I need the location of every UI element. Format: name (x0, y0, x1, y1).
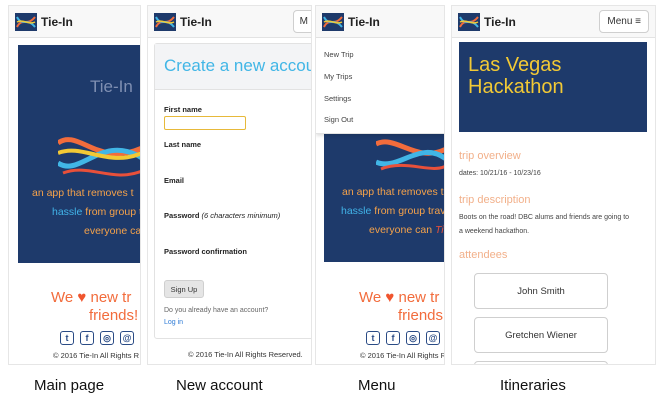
screenshot-collage: Tie-In Tie-In an app that removes t hass… (0, 0, 661, 400)
love-line-1: We ♥ new tr (51, 289, 132, 306)
trip-description-heading: trip description (459, 194, 531, 206)
new-account-screen: Tie-In M Create a new accoun First name … (147, 5, 312, 365)
itineraries-screen: Tie-In Menu ≡ Las Vegas Hackathon trip o… (451, 5, 656, 365)
trip-title: Las Vegas Hackathon (468, 54, 564, 98)
facebook-icon[interactable]: f (80, 331, 94, 345)
braid-illustration-icon (58, 137, 140, 177)
tagline-line-2: hassle from group trav (341, 205, 445, 217)
navbar: Tie-In Menu ≡ (452, 6, 655, 38)
facebook-icon[interactable]: f (386, 331, 400, 345)
menu-button[interactable]: Menu ≡ (599, 10, 649, 33)
hero-title: Tie-In (90, 77, 133, 96)
password-confirm-label: Password confirmation (164, 247, 247, 256)
email-icon[interactable]: @ (426, 331, 440, 345)
heart-icon: ♥ (385, 289, 395, 306)
tagline-line-1: an app that removes t (32, 187, 134, 199)
love-line-2: friends! (89, 307, 139, 324)
trip-description-line-1: Boots on the road! DBC alums and friends… (459, 214, 630, 221)
menu-item-new-trip[interactable]: New Trip (324, 50, 354, 59)
brand[interactable]: Tie-In (15, 12, 73, 31)
twitter-icon[interactable]: t (366, 331, 380, 345)
menu-item-settings[interactable]: Settings (324, 94, 351, 103)
brand-name: Tie-In (348, 14, 380, 29)
attendee-button[interactable]: John Smith (474, 273, 608, 309)
hero-banner: an app that removes th hassle from group… (324, 134, 445, 262)
email-label: Email (164, 176, 185, 185)
first-name-label: First name (164, 105, 202, 114)
signup-form: Create a new accoun First name Last name… (154, 43, 311, 339)
menu-screen: Tie-In an app that removes th hassle fro… (315, 5, 445, 365)
tie-in-logo-icon (15, 12, 37, 31)
sign-up-button[interactable]: Sign Up (164, 280, 204, 298)
email-icon[interactable]: @ (120, 331, 134, 345)
tie-in-logo-icon (458, 12, 480, 31)
main-page-screen: Tie-In Tie-In an app that removes t hass… (8, 5, 141, 365)
copyright: © 2016 Tie-In All Rights Re (360, 351, 445, 360)
attendee-button[interactable]: Gretchen Wiener (474, 317, 608, 353)
heart-icon: ♥ (77, 289, 87, 306)
menu-item-sign-out[interactable]: Sign Out (324, 115, 353, 124)
tagline-line-2: hassle from group trav (52, 206, 140, 218)
trip-overview-heading: trip overview (459, 150, 521, 162)
caption-itineraries: Itineraries (500, 377, 566, 394)
navbar: Tie-In (9, 6, 140, 38)
trip-dates: dates: 10/21/16 - 10/23/16 (459, 170, 541, 177)
trip-banner: Las Vegas Hackathon (459, 42, 647, 132)
twitter-icon[interactable]: t (60, 331, 74, 345)
first-name-field[interactable] (164, 116, 246, 130)
love-line-1: We ♥ new tr (359, 289, 440, 306)
last-name-label: Last name (164, 140, 202, 149)
tie-in-logo-icon (322, 12, 344, 31)
copyright: © 2016 Tie-In All Rights Reserved. (188, 350, 303, 359)
caption-main-page: Main page (34, 377, 105, 394)
form-heading: Create a new accoun (155, 44, 311, 90)
brand[interactable]: Tie-In (154, 12, 212, 31)
tagline-line-3: everyone can Ti (369, 224, 444, 236)
brand-name: Tie-In (484, 14, 516, 29)
hero-banner: Tie-In an app that removes t hassle from… (18, 45, 141, 263)
trip-description-line-2: a weekend hackathon. (459, 228, 530, 235)
social-links: t f ◎ @ (366, 331, 440, 345)
social-links: t f ◎ @ (60, 331, 134, 345)
brand-name: Tie-In (41, 14, 73, 29)
instagram-icon[interactable]: ◎ (100, 331, 114, 345)
caption-new-account: New account (176, 377, 263, 394)
attendees-heading: attendees (459, 249, 508, 261)
tagline-line-1: an app that removes th (342, 186, 445, 198)
menu-item-my-trips[interactable]: My Trips (324, 72, 352, 81)
tie-in-logo-icon (154, 12, 176, 31)
brand[interactable]: Tie-In (322, 12, 380, 31)
love-line-2: friends! (398, 307, 445, 324)
braid-illustration-icon (376, 139, 444, 171)
menu-button[interactable]: M (292, 10, 311, 33)
log-in-link[interactable]: Log in (164, 319, 183, 326)
nav-dropdown: New Trip My Trips Settings Sign Out (316, 38, 444, 134)
attendee-button[interactable] (474, 361, 608, 364)
navbar: Tie-In M (148, 6, 311, 38)
copyright: © 2016 Tie-In All Rights R (53, 351, 139, 360)
brand[interactable]: Tie-In (458, 12, 516, 31)
navbar: Tie-In (316, 6, 444, 38)
already-have-account-text: Do you already have an account? (164, 307, 269, 314)
instagram-icon[interactable]: ◎ (406, 331, 420, 345)
caption-menu: Menu (358, 377, 396, 394)
tagline-line-3: everyone can Ti (84, 225, 141, 237)
brand-name: Tie-In (180, 14, 212, 29)
password-label: Password (6 characters minimum) (164, 211, 281, 220)
